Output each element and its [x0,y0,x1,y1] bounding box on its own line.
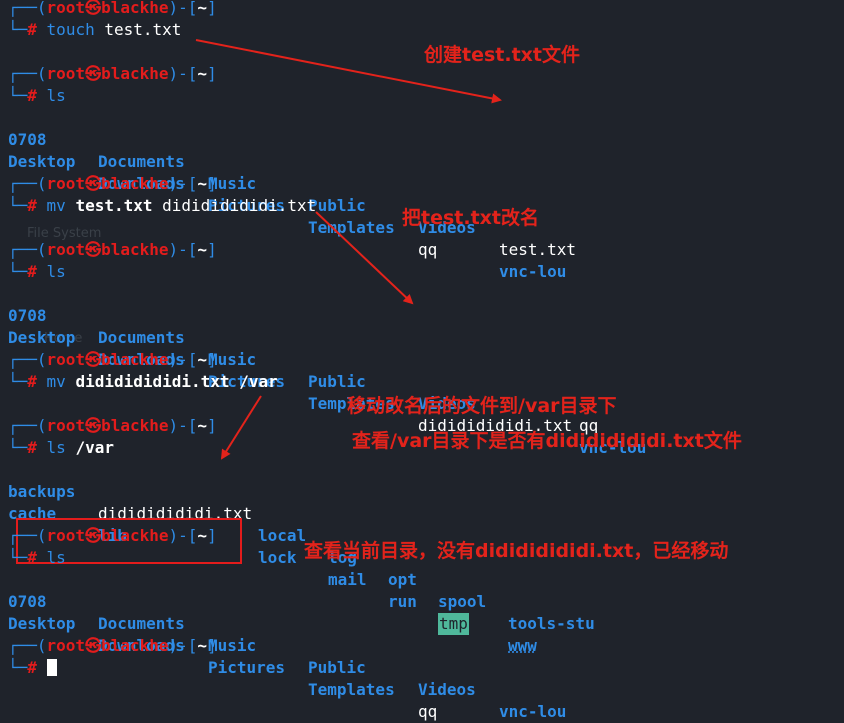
dir-entry: Videos [418,680,476,699]
arrow-to-renamed-file [315,211,414,305]
dir-entry: vnc-lou [499,702,567,721]
dir-entry: Templates [308,680,395,699]
file-entry: qq [418,702,438,721]
arrow-to-test-txt [195,39,502,104]
arrow-to-var-file [220,395,262,460]
annotation-arrows [195,39,502,460]
